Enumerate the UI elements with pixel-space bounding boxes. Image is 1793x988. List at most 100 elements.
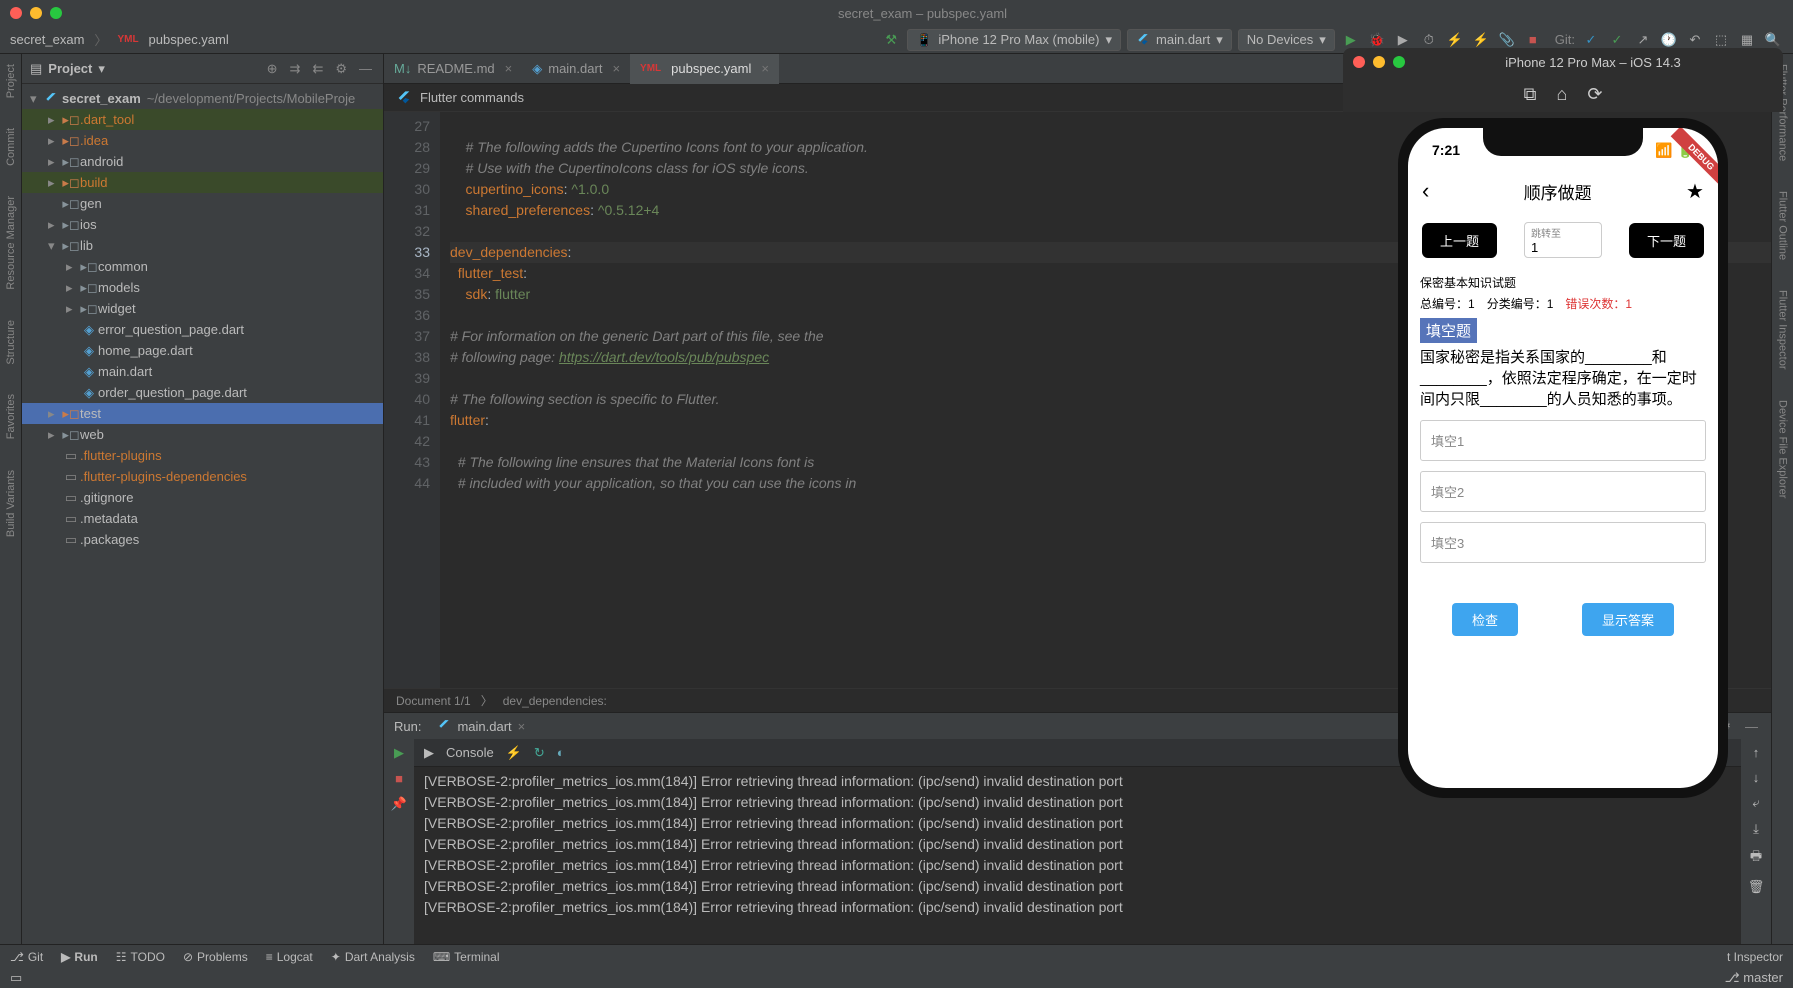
show-answer-button[interactable]: 显示答案 [1582,603,1674,636]
tree-item-.dart_tool[interactable]: ▸▸◻.dart_tool [22,109,383,130]
devtools-icon[interactable]: ◐ [557,745,565,760]
toolbar-icon[interactable]: ⬚ [1711,30,1731,50]
git-push-button[interactable]: ↗ [1633,30,1653,50]
device-selector[interactable]: 📱 iPhone 12 Pro Max (mobile) ▾ [907,29,1121,51]
tree-item-android[interactable]: ▸▸◻android [22,151,383,172]
quick-access-icon[interactable]: ▭ [10,970,22,986]
hot-reload-button[interactable]: ⚡ [1445,30,1465,50]
rail-resource-manager[interactable]: Resource Manager [5,196,17,290]
git-update-button[interactable]: ✓ [1581,30,1601,50]
minimize-window-button[interactable] [30,7,42,19]
next-question-button[interactable]: 下一题 [1629,223,1704,258]
git-branch-indicator[interactable]: ⎇ master [1725,970,1783,986]
scroll-to-end-button[interactable]: ⤓ [1753,821,1759,837]
tree-item-.flutter-plugins-dependencies[interactable]: ▭.flutter-plugins-dependencies [22,466,383,487]
blank-input-3[interactable]: 填空3 [1420,522,1706,563]
stop-button[interactable]: ■ [1523,30,1543,50]
chevron-down-icon[interactable]: ▾ [98,61,105,77]
back-button[interactable]: ‹ [1422,178,1429,204]
run-config-tab[interactable]: main.dart × [429,719,533,734]
print-button[interactable]: 🖶 [1750,847,1762,869]
close-icon[interactable]: × [505,61,513,76]
tree-item-ios[interactable]: ▸▸◻ios [22,214,383,235]
run-button[interactable]: ▶ [1341,30,1361,50]
phone-screen[interactable]: DEBUG 7:21 📶 🔋 ‹ 顺序做题 ★ 上一题 跳转至 1 [1408,128,1718,788]
tree-item-build[interactable]: ▸▸◻build [22,172,383,193]
tree-item-home_page.dart[interactable]: ◈home_page.dart [22,340,383,361]
git-rollback-button[interactable]: ↶ [1685,30,1705,50]
clear-button[interactable]: 🗑 [1748,879,1765,895]
tree-item-main.dart[interactable]: ◈main.dart [22,361,383,382]
close-window-button[interactable] [10,7,22,19]
rail-commit[interactable]: Commit [5,128,17,166]
rail-project[interactable]: Project [5,64,17,98]
tree-item-common[interactable]: ▸▸◻common [22,256,383,277]
tree-item-web[interactable]: ▸▸◻web [22,424,383,445]
bottom-problems[interactable]: ⊘Problems [183,950,248,964]
project-panel-title[interactable]: Project [48,61,92,76]
close-icon[interactable]: × [518,719,526,734]
tree-item-.gitignore[interactable]: ▭.gitignore [22,487,383,508]
project-tree[interactable]: ▾ secret_exam ~/development/Projects/Mob… [22,84,383,944]
run-target-selector[interactable]: main.dart ▾ [1127,29,1232,51]
screenshot-icon[interactable]: ⧉ [1524,84,1537,105]
debug-button[interactable]: 🐞 [1367,30,1387,50]
check-button[interactable]: 检查 [1452,603,1518,636]
breadcrumb-file[interactable]: pubspec.yaml [149,32,229,47]
sim-minimize-button[interactable] [1373,56,1385,68]
search-everywhere-button[interactable]: 🔍 [1763,30,1783,50]
no-devices-selector[interactable]: No Devices ▾ [1238,29,1335,51]
tree-item-models[interactable]: ▸▸◻models [22,277,383,298]
rotate-icon[interactable]: ⟳ [1587,84,1602,105]
tree-item-.packages[interactable]: ▭.packages [22,529,383,550]
attach-button[interactable]: 📎 [1497,30,1517,50]
rail-favorites[interactable]: Favorites [5,394,17,439]
tree-item-lib[interactable]: ▾▸◻lib [22,235,383,256]
git-commit-button[interactable]: ✓ [1607,30,1627,50]
tree-item-gen[interactable]: ▸◻gen [22,193,383,214]
sim-close-button[interactable] [1353,56,1365,68]
prev-question-button[interactable]: 上一题 [1422,223,1497,258]
sim-maximize-button[interactable] [1393,56,1405,68]
git-history-button[interactable]: 🕐 [1659,30,1679,50]
hide-panel-button[interactable]: — [356,61,375,76]
rerun-button[interactable]: ▶ [394,745,404,761]
editor-tab-pubspec.yaml[interactable]: YMLpubspec.yaml× [630,54,779,84]
bottom-todo[interactable]: ☷TODO [116,950,165,964]
hot-restart-button[interactable]: ⚡ [1471,30,1491,50]
tree-item-order_question_page.dart[interactable]: ◈order_question_page.dart [22,382,383,403]
editor-tab-README.md[interactable]: M↓README.md× [384,54,522,84]
jump-to-input[interactable]: 跳转至 1 [1524,222,1602,258]
close-icon[interactable]: × [612,61,620,76]
bottom-inspector[interactable]: t Inspector [1727,950,1783,964]
bottom-git[interactable]: ⎇Git [10,950,43,964]
tree-item-widget[interactable]: ▸▸◻widget [22,298,383,319]
tree-item-test[interactable]: ▸▸◻test [22,403,383,424]
hot-restart-icon[interactable]: ↻ [534,745,545,761]
pin-tab-button[interactable]: 📌 [391,796,407,812]
select-opened-file-button[interactable]: ⊕ [264,61,281,77]
blank-input-1[interactable]: 填空1 [1420,420,1706,461]
hot-reload-icon[interactable]: ⚡ [506,745,522,761]
bottom-terminal[interactable]: ⌨Terminal [433,950,500,964]
bottom-logcat[interactable]: ≡Logcat [266,950,313,964]
home-icon[interactable]: ⌂ [1556,84,1567,105]
blank-input-2[interactable]: 填空2 [1420,471,1706,512]
tree-item-.metadata[interactable]: ▭.metadata [22,508,383,529]
rail-build-variants[interactable]: Build Variants [5,470,17,537]
tree-item-.flutter-plugins[interactable]: ▭.flutter-plugins [22,445,383,466]
profile-button[interactable]: ⏱ [1419,30,1439,50]
stop-run-button[interactable]: ■ [395,771,403,786]
bottom-run[interactable]: ▶Run [61,950,98,964]
avd-manager-button[interactable]: ▦ [1737,30,1757,50]
collapse-all-button[interactable]: ⇇ [309,61,326,77]
favorite-button[interactable]: ★ [1686,179,1704,204]
panel-settings-button[interactable]: ⚙ [332,61,350,77]
bottom-dart-analysis[interactable]: ✦Dart Analysis [331,950,415,964]
editor-tab-main.dart[interactable]: ◈main.dart× [522,54,630,84]
tree-root[interactable]: ▾ secret_exam ~/development/Projects/Mob… [22,88,383,109]
build-hammer-icon[interactable]: ⚒ [881,30,901,50]
expand-all-button[interactable]: ⇉ [287,61,304,77]
rail-structure[interactable]: Structure [5,320,17,365]
maximize-window-button[interactable] [50,7,62,19]
